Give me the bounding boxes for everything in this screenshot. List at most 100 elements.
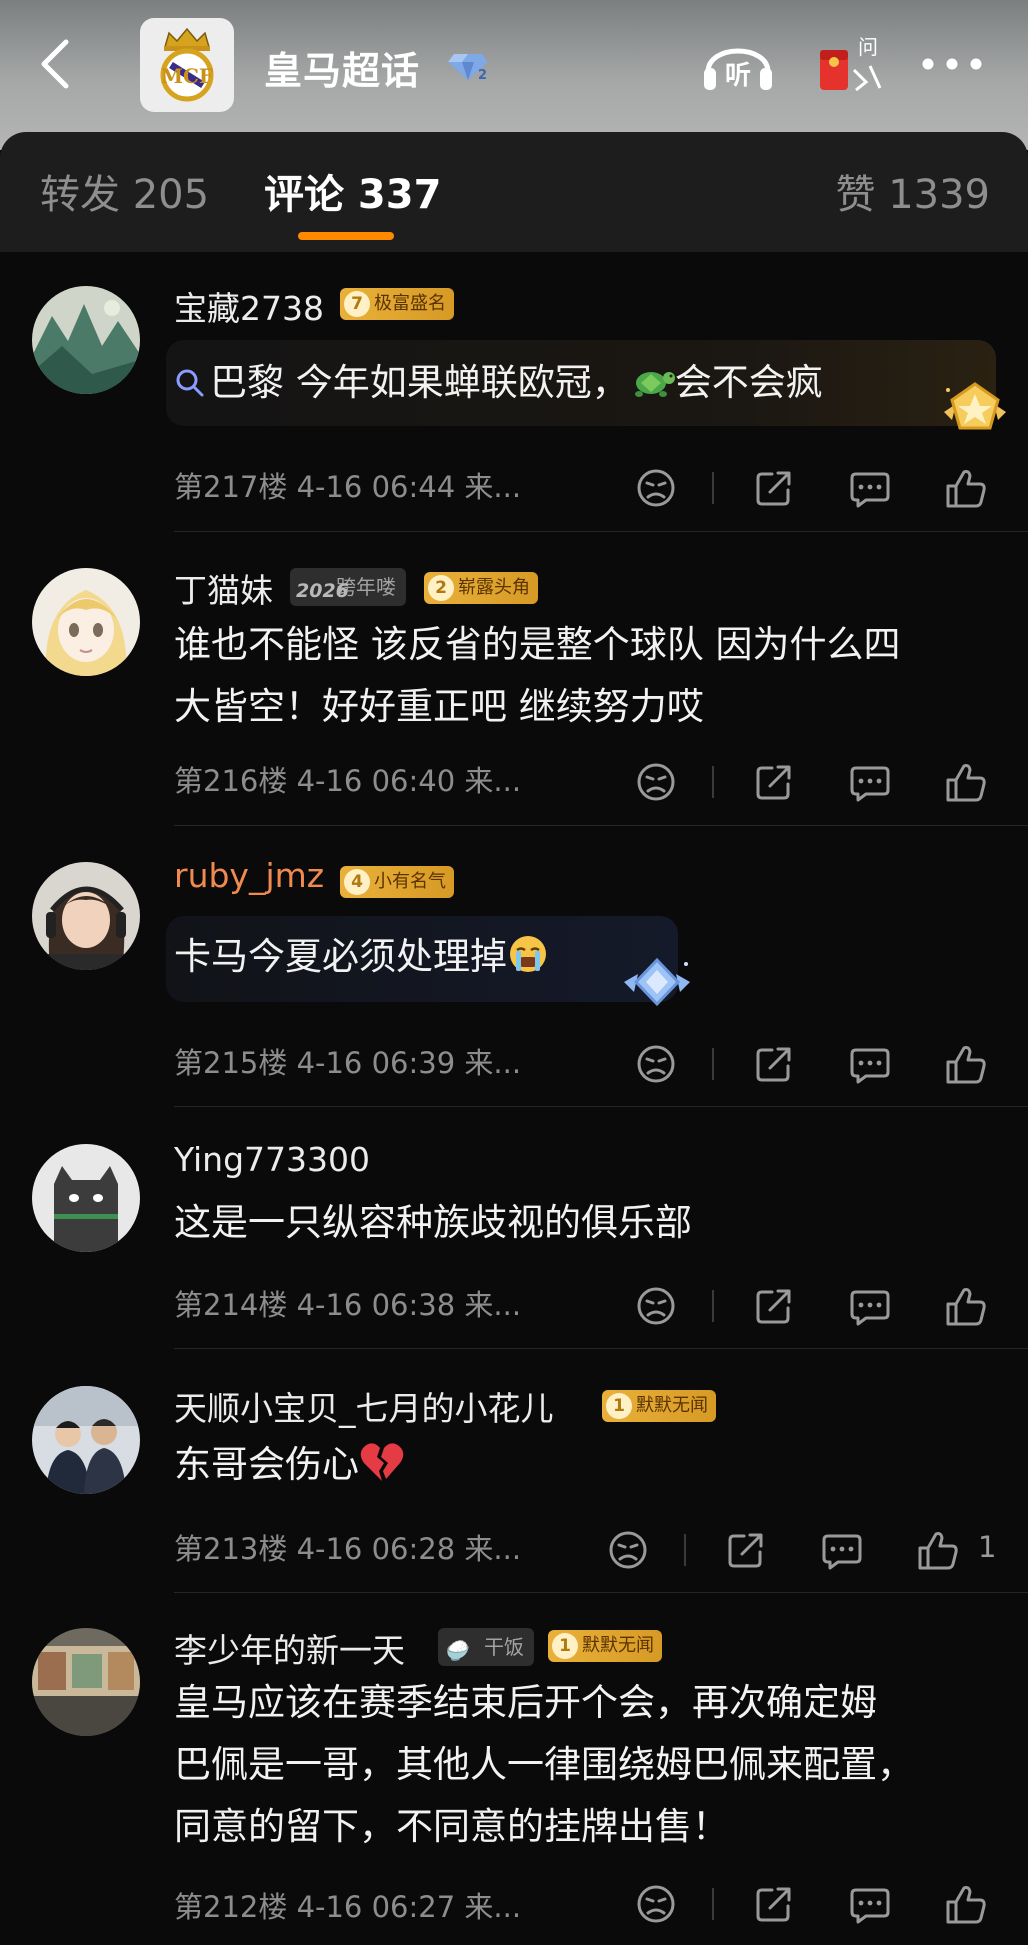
comment-text-line: 皇马应该在赛季结束后开个会，再次确定姆	[174, 1681, 877, 1724]
like-thumb-icon[interactable]	[944, 1042, 988, 1086]
avatar[interactable]	[32, 1386, 140, 1494]
like-thumb-icon[interactable]	[944, 1284, 988, 1328]
turtle-emoji-icon	[634, 372, 675, 397]
comment-item: ruby_jmz 4 小有名气 卡马今夏必须处理掉 第215楼 4-16 06:3…	[0, 856, 1028, 1107]
level-badge: 1 默默无闻	[548, 1630, 662, 1662]
username[interactable]: 天顺小宝贝_七月的小花儿	[174, 1382, 554, 1430]
dislike-face-icon[interactable]	[634, 466, 678, 510]
comment-meta: 第217楼 4-16 06:44 来...	[174, 470, 522, 504]
username[interactable]: Ying773300	[174, 1140, 370, 1179]
back-arrow-icon[interactable]	[36, 38, 76, 90]
comment-text: 谁也不能怪 该反省的是整个球队 因为什么四 大皆空！好好重正吧 继续努力哎	[174, 614, 1004, 738]
divider	[174, 1348, 1028, 1349]
comment-text: 皇马应该在赛季结束后开个会，再次确定姆 巴佩是一哥，其他人一律围绕姆巴佩来配置，…	[174, 1672, 1014, 1858]
reply-icon[interactable]	[848, 466, 892, 510]
topic-title: 皇马超话	[264, 49, 421, 93]
avatar[interactable]	[32, 862, 140, 970]
comment-text-line: 大皆空！好好重正吧 继续努力哎	[174, 685, 704, 728]
dislike-face-icon[interactable]	[634, 1284, 678, 1328]
avatar[interactable]	[32, 286, 140, 394]
username[interactable]: 丁猫妹	[174, 564, 273, 612]
more-options-icon[interactable]	[920, 56, 984, 72]
comment-text: 东哥会伤心	[174, 1434, 1004, 1496]
listen-icon[interactable]: 听	[700, 30, 776, 96]
event-badge: 2026 跨年喽	[290, 568, 406, 606]
bottom-edge	[0, 1930, 1028, 1945]
svg-text:听: 听	[725, 61, 751, 91]
comment-actions	[634, 1882, 994, 1926]
like-thumb-icon[interactable]	[944, 1882, 988, 1926]
comment-actions	[634, 1284, 994, 1328]
like-count: 1	[978, 1530, 997, 1564]
like-thumb-icon[interactable]	[944, 760, 988, 804]
action-separator	[684, 1534, 686, 1566]
level-badge: 2 崭露头角	[424, 572, 538, 604]
reply-icon[interactable]	[820, 1528, 864, 1572]
level-badge: 7 极富盛名	[340, 288, 454, 320]
reply-icon[interactable]	[848, 1042, 892, 1086]
like-thumb-icon[interactable]	[944, 466, 988, 510]
comment-meta: 第212楼 4-16 06:27 来...	[174, 1890, 522, 1924]
comment-item: Ying773300 这是一只纵容种族歧视的俱乐部 第214楼 4-16 06:…	[0, 1140, 1028, 1350]
svg-text:2: 2	[478, 68, 487, 82]
username[interactable]: 李少年的新一天	[174, 1624, 405, 1672]
action-separator	[712, 472, 714, 504]
comment-text-line: 巴佩是一哥，其他人一律围绕姆巴佩来配置，	[174, 1743, 914, 1786]
action-separator	[712, 1290, 714, 1322]
tab-like[interactable]: 赞 1339	[835, 162, 990, 220]
divider	[174, 825, 1028, 826]
real-madrid-logo[interactable]: MCF	[140, 18, 234, 112]
comment-meta: 第215楼 4-16 06:39 来...	[174, 1046, 522, 1080]
topic-header: MCF 皇马超话 2 听 问	[0, 0, 1028, 150]
active-tab-indicator	[298, 232, 394, 240]
divider	[174, 1592, 1028, 1593]
comment-text-line: 谁也不能怪 该反省的是整个球队 因为什么四	[174, 623, 901, 666]
reply-icon[interactable]	[848, 1284, 892, 1328]
gold-medal-decoration-icon	[944, 382, 1006, 430]
tab-comment[interactable]: 评论 337	[264, 162, 441, 220]
comment-text: 卡马今夏必须处理掉	[174, 926, 1004, 988]
comment-text: 这是一只纵容种族歧视的俱乐部	[174, 1201, 692, 1244]
comment-text-line: 同意的留下，不同意的挂牌出售！	[174, 1805, 729, 1848]
share-icon[interactable]	[752, 760, 796, 804]
level-badge: 1 默默无闻	[602, 1390, 716, 1422]
avatar[interactable]	[32, 1628, 140, 1736]
crying-emoji-icon	[510, 936, 546, 972]
comment-item: 天顺小宝贝_七月的小花儿 1 默默无闻 东哥会伤心 第213楼 4-16 06:2…	[0, 1382, 1028, 1594]
svg-text:MCF: MCF	[161, 64, 213, 88]
search-icon	[176, 369, 204, 397]
like-thumb-icon[interactable]	[916, 1528, 960, 1572]
comment-meta: 第214楼 4-16 06:38 来...	[174, 1288, 522, 1322]
blue-gem-decoration-icon	[624, 957, 690, 1007]
username[interactable]: 宝藏2738	[174, 282, 324, 330]
share-icon[interactable]	[752, 1882, 796, 1926]
svg-text:问: 问	[858, 35, 878, 59]
reply-icon[interactable]	[848, 760, 892, 804]
comment-meta: 第216楼 4-16 06:40 来...	[174, 764, 522, 798]
share-icon[interactable]	[752, 1284, 796, 1328]
dislike-face-icon[interactable]	[634, 760, 678, 804]
tab-forward[interactable]: 转发 205	[40, 162, 209, 220]
divider	[174, 1106, 1028, 1107]
event-badge: 🍚 干饭	[438, 1628, 534, 1666]
dislike-face-icon[interactable]	[606, 1528, 650, 1572]
share-icon[interactable]	[724, 1528, 768, 1572]
share-icon[interactable]	[752, 1042, 796, 1086]
avatar[interactable]	[32, 568, 140, 676]
comment-actions: 1	[606, 1528, 1006, 1572]
username[interactable]: ruby_jmz	[174, 856, 324, 895]
comment-item: 宝藏2738 7 极富盛名 巴黎 今年如果蝉联欧冠， 会不会疯 第217楼 4-1…	[0, 280, 1028, 532]
action-separator	[712, 1048, 714, 1080]
dislike-face-icon[interactable]	[634, 1042, 678, 1086]
avatar[interactable]	[32, 1144, 140, 1252]
dislike-face-icon[interactable]	[634, 1882, 678, 1926]
comment-text: 巴黎 今年如果蝉联欧冠， 会不会疯	[174, 352, 1004, 414]
action-separator	[712, 1888, 714, 1920]
red-packet-ask-icon[interactable]: 问	[818, 30, 888, 96]
reply-icon[interactable]	[848, 1882, 892, 1926]
comment-item: 丁猫妹 2026 跨年喽 2 崭露头角 谁也不能怪 该反省的是整个球队 因为什么四 …	[0, 560, 1028, 830]
action-separator	[712, 766, 714, 798]
share-icon[interactable]	[752, 466, 796, 510]
comment-actions	[634, 1042, 994, 1086]
broken-heart-emoji-icon	[360, 1443, 404, 1481]
